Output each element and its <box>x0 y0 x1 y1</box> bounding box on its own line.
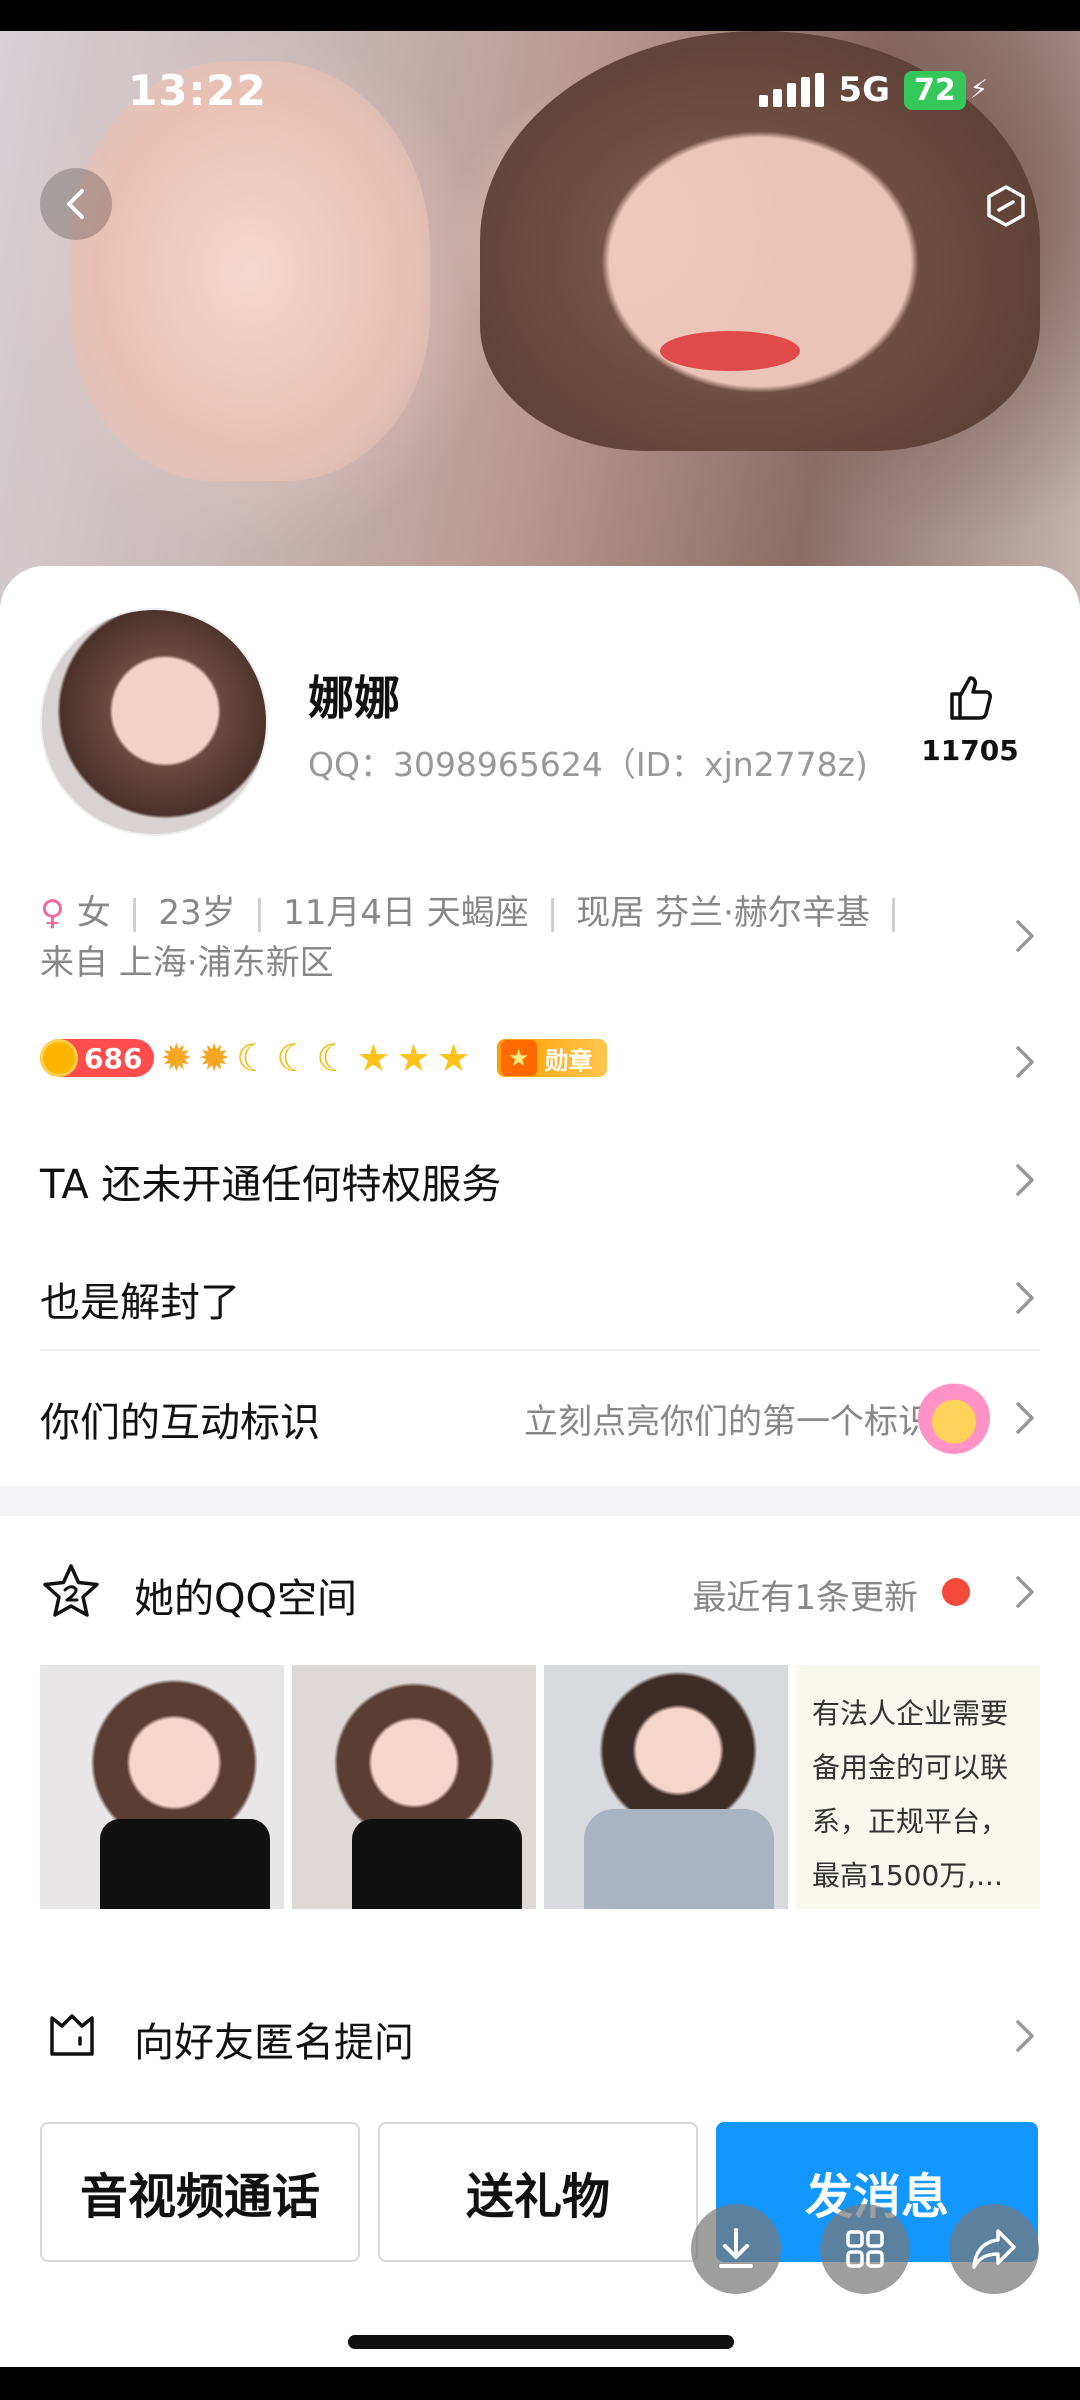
share-icon <box>972 2229 1016 2269</box>
chevron-right-icon[interactable] <box>1004 916 1044 956</box>
chevron-right-icon[interactable] <box>1004 1398 1044 1438</box>
chevron-right-icon[interactable] <box>1004 1042 1044 1082</box>
chevron-right-icon[interactable] <box>1004 1572 1044 1612</box>
residence: 现居 芬兰·赫尔辛基 <box>576 893 870 933</box>
moon-icon: ☾ <box>236 1036 271 1080</box>
flower-icon <box>918 1382 990 1454</box>
medal-badge: ★ 勋章 <box>496 1039 607 1077</box>
birthday: 11月4日 天蝎座 <box>283 893 529 933</box>
network-type: 5G <box>838 70 890 110</box>
qzone-title[interactable]: 她的QQ空间 <box>134 1566 357 1624</box>
sun-icon: ✹ <box>160 1036 193 1080</box>
chevron-right-icon[interactable] <box>1004 2016 1044 2056</box>
medal-icon: ★ <box>500 1040 537 1076</box>
call-button[interactable]: 音视频通话 <box>40 2122 360 2262</box>
age: 23岁 <box>158 893 236 933</box>
chevron-right-icon[interactable] <box>1004 1160 1044 1200</box>
like-button[interactable]: 11705 <box>900 672 1040 767</box>
signature-row[interactable]: 也是解封了 <box>40 1270 1040 1328</box>
level-row[interactable]: 686 ✹ ✹ ☾ ☾ ☾ ★ ★ ★ ★ 勋章 <box>40 1038 607 1078</box>
qzone-photo[interactable] <box>292 1665 536 1909</box>
qq-number: QQ：3098965624（ID：xjn2778z) <box>308 745 868 784</box>
signal-icon <box>759 73 825 107</box>
share-button[interactable] <box>949 2204 1039 2294</box>
gift-button[interactable]: 送礼物 <box>378 2122 698 2262</box>
moon-icon: ☾ <box>276 1036 311 1080</box>
qzone-update-text: 最近有1条更新 <box>692 1578 918 1618</box>
home-indicator[interactable] <box>348 2335 734 2349</box>
apps-button[interactable] <box>820 2204 910 2294</box>
star-icon: ★ <box>436 1036 471 1080</box>
qzone-star-icon <box>43 1564 99 1617</box>
download-button[interactable] <box>691 2204 781 2294</box>
interaction-hint: 立刻点亮你们的第一个标识 <box>524 1402 932 1442</box>
like-count: 11705 <box>921 734 1019 767</box>
anonymous-question-row[interactable]: 向好友匿名提问 <box>134 2010 414 2068</box>
female-icon: ♀ <box>40 893 65 933</box>
star-icon: ★ <box>356 1036 391 1080</box>
basic-info[interactable]: ♀ 女 | 23岁 | 11月4日 天蝎座 | 现居 芬兰·赫尔辛基 | 来自 上海·浦东新区 <box>40 888 950 988</box>
battery-level: 72 <box>903 70 966 110</box>
bottom-bezel <box>0 2367 1080 2400</box>
profile-name: 娜娜 <box>308 671 400 725</box>
qzone-photo[interactable] <box>40 1665 284 1909</box>
top-bezel <box>0 0 1080 31</box>
grid-icon <box>846 2230 884 2268</box>
level-badge: 686 <box>40 1039 155 1077</box>
thumbs-up-icon <box>950 676 992 720</box>
download-icon <box>719 2228 753 2268</box>
sun-icon: ✹ <box>198 1036 231 1080</box>
divider <box>40 1349 1040 1351</box>
cover-photo[interactable] <box>0 31 1080 651</box>
charging-icon: ⚡ <box>969 75 988 105</box>
avatar[interactable] <box>40 608 268 836</box>
chevron-left-icon <box>67 189 84 219</box>
more-button[interactable] <box>970 170 1042 242</box>
hexagon-icon <box>987 185 1025 227</box>
qzone-preview: 有法人企业需要备用金的可以联系，正规平台，最高1500万,... <box>40 1665 1040 1909</box>
star-icon: ★ <box>396 1036 431 1080</box>
status-indicators: 5G 72 ⚡ <box>759 70 988 110</box>
qzone-photo[interactable] <box>544 1665 788 1909</box>
new-update-dot <box>942 1578 970 1606</box>
moon-icon: ☾ <box>316 1036 351 1080</box>
chevron-right-icon[interactable] <box>1004 1278 1044 1318</box>
privilege-row[interactable]: TA 还未开通任何特权服务 <box>40 1152 1040 1210</box>
back-button[interactable] <box>40 168 112 240</box>
hometown: 来自 上海·浦东新区 <box>40 943 334 983</box>
profile-screen: 13:22 5G 72 ⚡ 娜娜 QQ：3098965624（ID：xjn277… <box>0 0 1080 2400</box>
gender: 女 <box>76 893 111 933</box>
coin-icon <box>40 1039 78 1077</box>
qzone-text-post[interactable]: 有法人企业需要备用金的可以联系，正规平台，最高1500万,... <box>796 1665 1040 1909</box>
question-box-icon <box>50 2014 94 2056</box>
section-gap <box>0 1486 1080 1516</box>
status-time: 13:22 <box>128 66 267 115</box>
